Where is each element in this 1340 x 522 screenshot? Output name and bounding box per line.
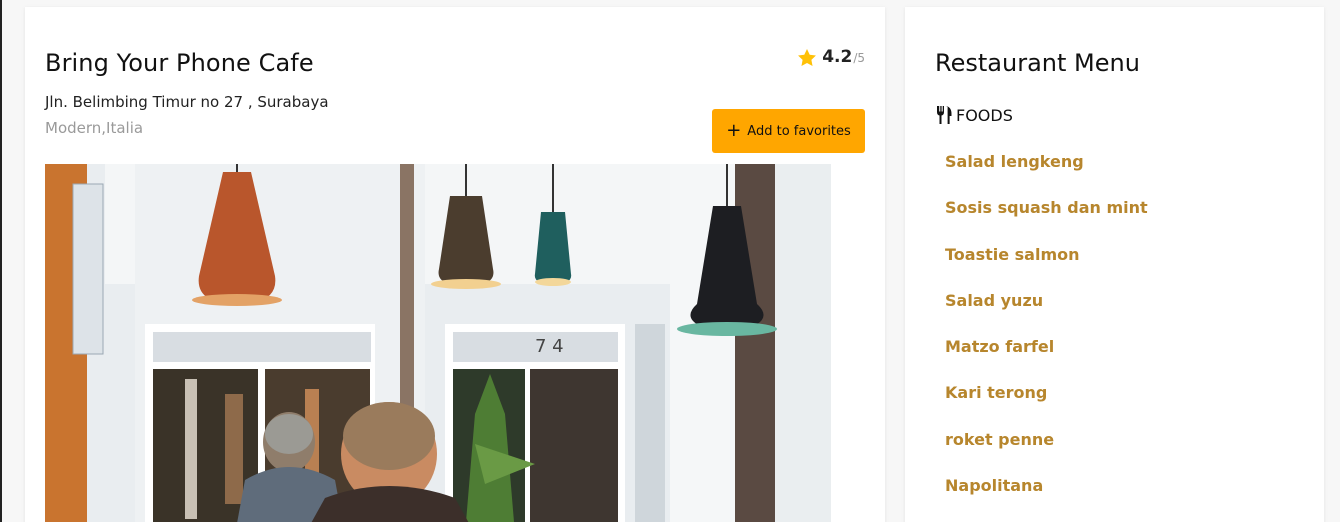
menu-item[interactable]: Matzo farfel: [945, 337, 1148, 383]
restaurant-address: Jln. Belimbing Timur no 27 , Surabaya: [45, 93, 329, 111]
menu-title: Restaurant Menu: [935, 49, 1140, 77]
star-icon: [798, 49, 817, 67]
menu-item[interactable]: Toastie salmon: [945, 245, 1148, 291]
menu-item[interactable]: Napolitana: [945, 476, 1148, 522]
menu-item[interactable]: Sosis squash dan mint: [945, 198, 1148, 244]
plus-icon: +: [726, 120, 742, 141]
rating-max: /5: [853, 51, 865, 65]
add-to-favorites-button[interactable]: + Add to favorites: [712, 109, 865, 153]
menu-item[interactable]: roket penne: [945, 430, 1148, 476]
menu-item[interactable]: Salad yuzu: [945, 291, 1148, 337]
restaurant-card: Bring Your Phone Cafe Jln. Belimbing Tim…: [25, 7, 885, 522]
rating: 4.2 /5: [796, 47, 865, 69]
add-to-favorites-label: Add to favorites: [747, 123, 851, 139]
utensils-icon: [937, 106, 952, 124]
rating-value: 4.2: [822, 47, 853, 67]
menu-section-label: FOODS: [956, 105, 1013, 125]
menu-item[interactable]: Kari terong: [945, 383, 1148, 429]
menu-card: Restaurant Menu FOODS Salad lengkeng Sos…: [905, 7, 1324, 522]
cafe-photo: 7 4: [45, 164, 865, 522]
svg-text:7 4: 7 4: [535, 336, 564, 357]
menu-list: Salad lengkeng Sosis squash dan mint Toa…: [945, 152, 1148, 522]
menu-item[interactable]: Salad lengkeng: [945, 152, 1148, 198]
restaurant-tags: Modern,Italia: [45, 119, 144, 137]
restaurant-name: Bring Your Phone Cafe: [45, 49, 314, 77]
menu-section-foods: FOODS: [935, 105, 1013, 125]
page-edge: [0, 0, 2, 522]
